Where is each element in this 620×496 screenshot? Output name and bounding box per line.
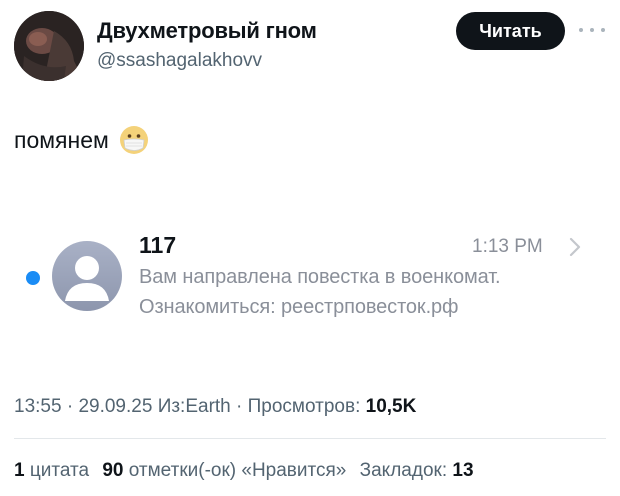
- notification-time: 1:13 PM: [472, 236, 543, 257]
- likes-count: 90: [102, 460, 124, 481]
- meta-separator: ·: [66, 396, 74, 417]
- follow-button[interactable]: Читать: [456, 12, 565, 50]
- notification-line-1: Вам направлена повестка в военкомат.: [139, 266, 501, 288]
- quotes-label: цитата: [29, 460, 90, 481]
- tweet-source: Из:Earth: [157, 396, 231, 417]
- tweet-meta: 13:55 · 29.09.25 Из:Earth · Просмотров: …: [14, 396, 416, 418]
- unread-dot: [26, 271, 40, 285]
- more-dot: [601, 28, 605, 32]
- tweet-text: помянем: [14, 126, 109, 153]
- author-avatar[interactable]: [14, 11, 84, 81]
- author-handle[interactable]: @ssashagalakhovv: [97, 50, 262, 72]
- quotes-stat[interactable]: 1 цитата: [14, 460, 89, 481]
- more-options-icon[interactable]: [579, 22, 605, 38]
- more-dot: [579, 28, 583, 32]
- meta-separator: ·: [236, 396, 243, 417]
- tweet-date[interactable]: 29.09.25: [78, 396, 152, 417]
- notification-sender: 117: [139, 232, 177, 258]
- avatar-photo: [14, 11, 84, 81]
- bookmarks-stat[interactable]: Закладок: 13: [360, 460, 474, 481]
- bookmarks-label: Закладок:: [359, 460, 448, 481]
- author-display-name[interactable]: Двухметровый гном: [97, 18, 317, 44]
- face-with-mask-emoji: [119, 126, 148, 154]
- contact-placeholder-icon: [52, 241, 122, 311]
- chevron-right-icon: [569, 237, 581, 257]
- likes-label: отметки(-ок) «Нравится»: [128, 460, 347, 481]
- quotes-count: 1: [14, 460, 25, 481]
- notification-line-2: Ознакомиться: реестрповесток.рф: [139, 296, 459, 318]
- bookmarks-count: 13: [452, 460, 474, 481]
- views-count: 10,5K: [365, 396, 417, 417]
- tweet-stats: 1 цитата 90 отметки(-ок) «Нравится» Закл…: [14, 460, 474, 482]
- views-label: Просмотров:: [247, 396, 361, 417]
- likes-stat[interactable]: 90 отметки(-ок) «Нравится»: [102, 460, 346, 481]
- tweet-body: помянем: [14, 125, 149, 155]
- tweet-time[interactable]: 13:55: [14, 396, 62, 417]
- divider: [14, 438, 606, 439]
- more-dot: [590, 28, 594, 32]
- embedded-notification-image[interactable]: 117 1:13 PM Вам направлена повестка в во…: [0, 222, 620, 332]
